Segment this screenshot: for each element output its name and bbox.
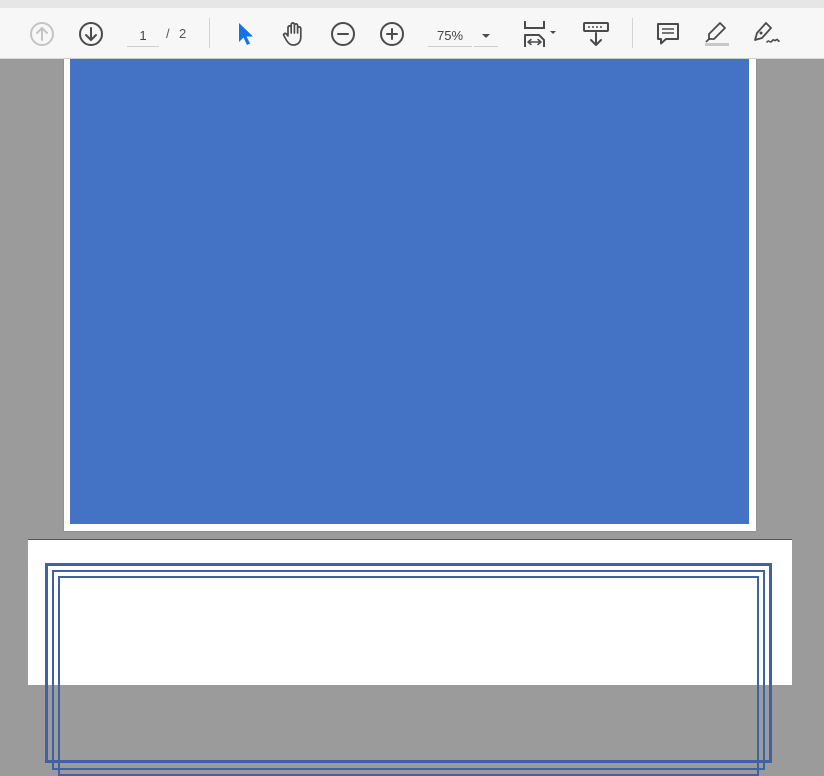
select-tool-button[interactable] [230, 18, 262, 50]
plus-circle-icon [379, 21, 405, 47]
minus-circle-icon [330, 21, 356, 47]
comment-button[interactable] [652, 18, 684, 50]
next-page-button[interactable] [75, 18, 107, 50]
fit-width-icon [521, 19, 559, 49]
page-fit-button[interactable] [520, 18, 560, 50]
previous-page-button[interactable] [26, 18, 58, 50]
zoom-level-input[interactable] [428, 24, 472, 47]
pdf-page-2 [28, 539, 792, 776]
pdf-toolbar: / 2 [0, 8, 824, 59]
pen-sign-icon [751, 20, 781, 48]
scroll-mode-icon [582, 20, 610, 48]
page-number-input[interactable] [127, 24, 159, 47]
zoom-in-button[interactable] [376, 18, 408, 50]
highlighter-icon [703, 20, 731, 48]
pointer-arrow-icon [235, 21, 257, 47]
comment-icon [655, 21, 681, 47]
zoom-dropdown-button[interactable] [474, 24, 498, 47]
arrow-up-circle-icon [29, 21, 55, 47]
toolbar-divider [632, 18, 633, 48]
toolbar-divider [209, 18, 210, 48]
highlight-button[interactable] [701, 18, 733, 50]
page-border-inner [58, 576, 759, 776]
pdf-page-1 [64, 59, 756, 531]
scroll-mode-button[interactable] [580, 18, 612, 50]
hand-icon [281, 20, 307, 48]
zoom-out-button[interactable] [327, 18, 359, 50]
arrow-down-circle-icon [78, 21, 104, 47]
page-total: 2 [179, 26, 187, 41]
hand-tool-button[interactable] [278, 18, 310, 50]
page-separator: / [166, 26, 170, 41]
blue-fill-area [70, 59, 749, 524]
sign-button[interactable] [750, 18, 782, 50]
caret-down-icon [481, 26, 491, 44]
window-top-strip [0, 0, 824, 8]
